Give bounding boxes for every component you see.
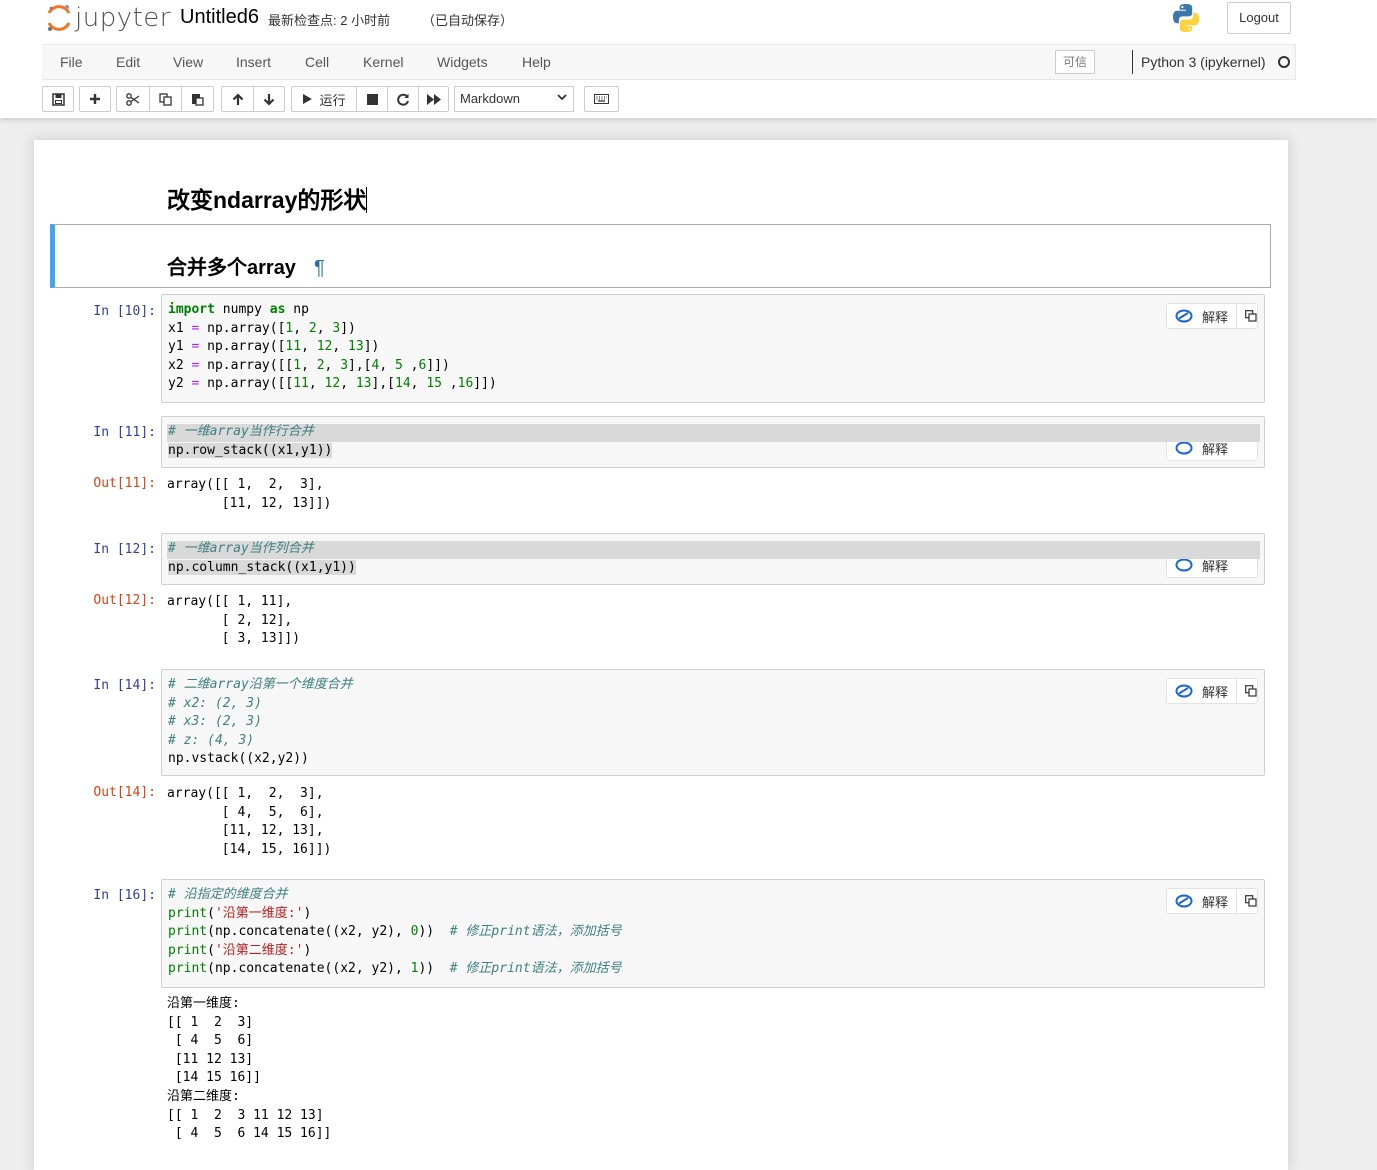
- anchor-link[interactable]: ¶: [314, 257, 325, 279]
- cut-button[interactable]: [116, 86, 149, 112]
- menu-widgets[interactable]: Widgets: [437, 54, 488, 70]
- notebook-name[interactable]: Untitled6: [180, 6, 259, 29]
- notebook-title-heading[interactable]: 改变ndarray的形状: [167, 181, 368, 215]
- section-heading-text: 合并多个array: [167, 257, 296, 279]
- code-cell-input[interactable]: 解释 # 一维array当作行合并 np.row_stack((x1,y1)): [161, 416, 1265, 468]
- code-cell-input[interactable]: import numpy as np x1 = np.array([1, 2, …: [161, 294, 1265, 403]
- cell-type-value: Markdown: [460, 91, 520, 106]
- cut-icon: [126, 92, 140, 106]
- output-prompt: Out[14]:: [93, 785, 156, 800]
- python-logo-icon: [1173, 4, 1199, 33]
- menu-file[interactable]: File: [60, 54, 83, 70]
- code-text[interactable]: # 一维array当作行合并 np.row_stack((x1,y1)): [168, 423, 333, 460]
- header: jupyter Untitled6 最新检查点: 2 小时前 （已自动保存） L…: [0, 0, 1377, 118]
- input-prompt: In [10]:: [93, 304, 156, 319]
- cell-type-select[interactable]: Markdown: [454, 86, 574, 112]
- explain-label: 解释: [1202, 894, 1229, 910]
- play-icon: [303, 94, 313, 104]
- explain-icon: [1175, 684, 1193, 698]
- explain-icon: [1175, 894, 1193, 908]
- copy-code-icon[interactable]: [1245, 895, 1257, 907]
- kernel-divider: [1132, 50, 1133, 74]
- explain-icon: [1175, 441, 1193, 455]
- menu-view[interactable]: View: [173, 54, 203, 70]
- explain-widget[interactable]: 解释: [1166, 678, 1258, 704]
- cell-output: array([[ 1, 11], [ 2, 12], [ 3, 13]]): [167, 594, 301, 647]
- menu-help[interactable]: Help: [522, 54, 551, 70]
- menu-cell[interactable]: Cell: [305, 54, 329, 70]
- checkpoint-status: 最新检查点: 2 小时前: [268, 13, 391, 28]
- copy-code-icon[interactable]: [1245, 310, 1257, 322]
- kernel-name[interactable]: Python 3 (ipykernel): [1141, 54, 1266, 70]
- copy-button[interactable]: [149, 86, 182, 112]
- input-prompt: In [14]:: [93, 678, 156, 693]
- move-down-button[interactable]: [253, 86, 285, 112]
- menu-kernel[interactable]: Kernel: [363, 54, 403, 70]
- title-text: 改变ndarray的形状: [167, 187, 367, 213]
- explain-icon: [1175, 309, 1193, 323]
- cell-output: array([[ 1, 2, 3], [ 4, 5, 6], [11, 12, …: [167, 786, 332, 857]
- section-heading: 合并多个array ¶: [167, 251, 325, 280]
- save-icon: [51, 92, 65, 106]
- restart-icon: [396, 93, 409, 106]
- input-prompt: In [11]:: [93, 425, 156, 440]
- interrupt-button[interactable]: [356, 86, 387, 112]
- move-up-button[interactable]: [221, 86, 253, 112]
- explain-widget[interactable]: 解释: [1166, 888, 1258, 914]
- code-text[interactable]: import numpy as np x1 = np.array([1, 2, …: [168, 301, 497, 394]
- code-text[interactable]: # 一维array当作列合并 np.column_stack((x1,y1)): [168, 540, 356, 577]
- output-prompt: Out[11]:: [93, 476, 156, 491]
- command-palette-button[interactable]: [584, 86, 619, 112]
- code-text[interactable]: # 二维array沿第一个维度合并 # x2: (2, 3) # x3: (2,…: [168, 676, 353, 769]
- explain-label: 解释: [1202, 309, 1229, 325]
- explain-widget[interactable]: 解释: [1166, 303, 1258, 329]
- copy-icon: [159, 92, 172, 106]
- fast-forward-icon: [426, 93, 441, 105]
- trusted-indicator[interactable]: 可信: [1055, 50, 1095, 74]
- jupyter-logo[interactable]: jupyter: [46, 3, 171, 33]
- code-text[interactable]: # 沿指定的维度合并 print('沿第一维度:') print(np.conc…: [168, 886, 622, 979]
- menu-insert[interactable]: Insert: [236, 54, 271, 70]
- cell-output: array([[ 1, 2, 3], [11, 12, 13]]): [167, 477, 332, 511]
- code-cell-input[interactable]: 解释 # 一维array当作列合并 np.column_stack((x1,y1…: [161, 533, 1265, 585]
- code-cell-input[interactable]: # 沿指定的维度合并 print('沿第一维度:') print(np.conc…: [161, 879, 1265, 988]
- explain-label: 解释: [1202, 684, 1229, 700]
- cell-output: 沿第一维度: [[ 1 2 3] [ 4 5 6] [11 12 13] [14…: [167, 996, 332, 1142]
- text-cursor: [366, 187, 368, 213]
- code-cell-input[interactable]: # 二维array沿第一个维度合并 # x2: (2, 3) # x3: (2,…: [161, 669, 1265, 776]
- input-prompt: In [12]:: [93, 542, 156, 557]
- restart-run-all-button[interactable]: [418, 86, 449, 112]
- keyboard-icon: [594, 94, 609, 104]
- arrow-up-icon: [232, 92, 243, 105]
- save-button[interactable]: [42, 86, 74, 112]
- jupyter-logo-icon: [47, 5, 71, 31]
- copy-code-icon[interactable]: [1245, 685, 1257, 697]
- output-prompt: Out[12]:: [93, 593, 156, 608]
- paste-button[interactable]: [182, 86, 214, 112]
- logo-text: jupyter: [75, 3, 171, 33]
- chevron-down-icon: [557, 92, 567, 104]
- insert-cell-button[interactable]: [79, 86, 111, 112]
- run-label: 运行: [319, 92, 346, 108]
- stop-icon: [366, 93, 378, 105]
- menu-edit[interactable]: Edit: [116, 54, 140, 70]
- explain-icon: [1175, 558, 1193, 572]
- arrow-down-icon: [263, 93, 275, 106]
- kernel-idle-icon: [1278, 56, 1290, 68]
- logout-button[interactable]: Logout: [1227, 2, 1291, 34]
- restart-button[interactable]: [387, 86, 418, 112]
- run-button[interactable]: 运行: [291, 86, 356, 112]
- plus-icon: [90, 94, 100, 104]
- paste-icon: [192, 93, 204, 106]
- autosave-status: （已自动保存）: [422, 13, 514, 28]
- input-prompt: In [16]:: [93, 888, 156, 903]
- menubar: File Edit View Insert Cell Kernel Widget…: [42, 44, 1296, 80]
